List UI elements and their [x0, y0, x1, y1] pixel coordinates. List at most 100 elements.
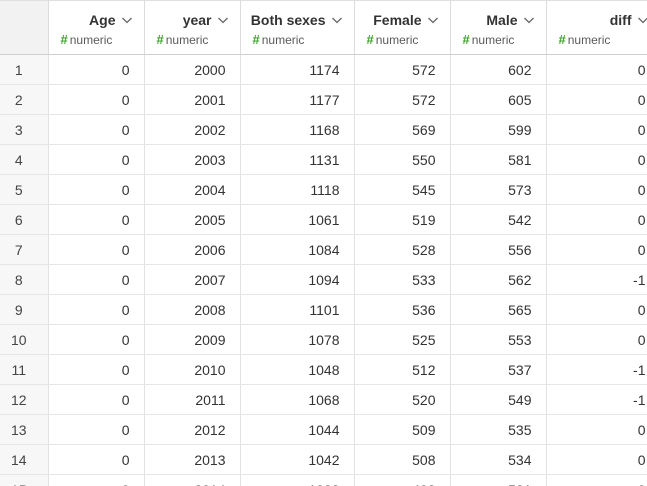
table-cell-diff[interactable]: 0	[546, 114, 647, 145]
table-cell-year[interactable]: 2012	[144, 414, 241, 445]
table-cell-female[interactable]: 569	[354, 114, 451, 145]
table-cell-male[interactable]: 535	[450, 414, 547, 445]
table-cell-year[interactable]: 2010	[144, 354, 241, 385]
column-header-year[interactable]: year # numeric	[144, 0, 241, 55]
table-cell-male[interactable]: 602	[450, 54, 547, 85]
table-cell-male[interactable]: 573	[450, 174, 547, 205]
table-cell-both-sexes[interactable]: 1028	[240, 474, 355, 486]
table-cell-age[interactable]: 0	[48, 144, 145, 175]
table-cell-both-sexes[interactable]: 1061	[240, 204, 355, 235]
table-cell-female[interactable]: 533	[354, 264, 451, 295]
table-cell-age[interactable]: 0	[48, 174, 145, 205]
table-cell-male[interactable]: 537	[450, 354, 547, 385]
table-cell-diff[interactable]: 0	[546, 324, 647, 355]
table-cell-female[interactable]: 498	[354, 474, 451, 486]
table-cell-both-sexes[interactable]: 1131	[240, 144, 355, 175]
table-cell-female[interactable]: 508	[354, 444, 451, 475]
column-header-female[interactable]: Female # numeric	[354, 0, 451, 55]
table-cell-year[interactable]: 2000	[144, 54, 241, 85]
column-header-both-sexes[interactable]: Both sexes # numeric	[240, 0, 355, 55]
table-cell-diff[interactable]: 0	[546, 204, 647, 235]
column-header-diff[interactable]: diff # numeric	[546, 0, 647, 55]
table-cell-year[interactable]: 2013	[144, 444, 241, 475]
table-cell-male[interactable]: 565	[450, 294, 547, 325]
table-cell-both-sexes[interactable]: 1044	[240, 414, 355, 445]
table-cell-male[interactable]: 549	[450, 384, 547, 415]
table-cell-male[interactable]: 553	[450, 324, 547, 355]
table-cell-age[interactable]: 0	[48, 264, 145, 295]
table-cell-year[interactable]: 2014	[144, 474, 241, 486]
table-cell-male[interactable]: 605	[450, 84, 547, 115]
table-cell-age[interactable]: 0	[48, 414, 145, 445]
table-cell-year[interactable]: 2006	[144, 234, 241, 265]
table-cell-year[interactable]: 2001	[144, 84, 241, 115]
table-cell-both-sexes[interactable]: 1174	[240, 54, 355, 85]
table-cell-year[interactable]: 2011	[144, 384, 241, 415]
table-cell-year[interactable]: 2004	[144, 174, 241, 205]
table-cell-age[interactable]: 0	[48, 474, 145, 486]
column-name[interactable]: Male	[486, 12, 517, 28]
table-cell-both-sexes[interactable]: 1068	[240, 384, 355, 415]
table-cell-female[interactable]: 572	[354, 54, 451, 85]
table-cell-both-sexes[interactable]: 1042	[240, 444, 355, 475]
table-cell-female[interactable]: 512	[354, 354, 451, 385]
table-cell-male[interactable]: 581	[450, 144, 547, 175]
table-cell-diff[interactable]: 0	[546, 234, 647, 265]
table-cell-female[interactable]: 550	[354, 144, 451, 175]
table-cell-female[interactable]: 525	[354, 324, 451, 355]
table-cell-year[interactable]: 2009	[144, 324, 241, 355]
table-cell-both-sexes[interactable]: 1168	[240, 114, 355, 145]
table-cell-year[interactable]: 2003	[144, 144, 241, 175]
table-cell-female[interactable]: 536	[354, 294, 451, 325]
table-cell-female[interactable]: 545	[354, 174, 451, 205]
table-cell-both-sexes[interactable]: 1101	[240, 294, 355, 325]
table-cell-female[interactable]: 520	[354, 384, 451, 415]
table-cell-diff[interactable]: 0	[546, 174, 647, 205]
table-cell-male[interactable]: 599	[450, 114, 547, 145]
chevron-down-icon[interactable]	[426, 13, 440, 27]
table-cell-diff[interactable]: 0	[546, 474, 647, 486]
table-cell-male[interactable]: 542	[450, 204, 547, 235]
table-cell-age[interactable]: 0	[48, 114, 145, 145]
column-name[interactable]: Female	[373, 12, 421, 28]
column-name[interactable]: Age	[89, 12, 115, 28]
table-cell-both-sexes[interactable]: 1048	[240, 354, 355, 385]
column-header-male[interactable]: Male # numeric	[450, 0, 547, 55]
table-cell-male[interactable]: 534	[450, 444, 547, 475]
table-cell-age[interactable]: 0	[48, 84, 145, 115]
table-cell-diff[interactable]: -1	[546, 384, 647, 415]
column-name[interactable]: diff	[610, 12, 632, 28]
chevron-down-icon[interactable]	[216, 13, 230, 27]
column-header-age[interactable]: Age # numeric	[48, 0, 145, 55]
table-cell-age[interactable]: 0	[48, 444, 145, 475]
table-cell-year[interactable]: 2005	[144, 204, 241, 235]
table-cell-year[interactable]: 2002	[144, 114, 241, 145]
table-cell-age[interactable]: 0	[48, 354, 145, 385]
table-cell-male[interactable]: 562	[450, 264, 547, 295]
chevron-down-icon[interactable]	[636, 13, 647, 27]
table-cell-female[interactable]: 528	[354, 234, 451, 265]
table-cell-female[interactable]: 572	[354, 84, 451, 115]
table-cell-both-sexes[interactable]: 1094	[240, 264, 355, 295]
table-cell-female[interactable]: 509	[354, 414, 451, 445]
table-cell-diff[interactable]: 0	[546, 144, 647, 175]
table-cell-age[interactable]: 0	[48, 204, 145, 235]
table-cell-both-sexes[interactable]: 1084	[240, 234, 355, 265]
table-cell-diff[interactable]: 0	[546, 84, 647, 115]
table-cell-diff[interactable]: -1	[546, 354, 647, 385]
table-cell-both-sexes[interactable]: 1118	[240, 174, 355, 205]
table-cell-both-sexes[interactable]: 1078	[240, 324, 355, 355]
table-cell-diff[interactable]: 0	[546, 54, 647, 85]
table-cell-age[interactable]: 0	[48, 234, 145, 265]
chevron-down-icon[interactable]	[120, 13, 134, 27]
chevron-down-icon[interactable]	[330, 13, 344, 27]
column-name[interactable]: year	[183, 12, 212, 28]
table-cell-female[interactable]: 519	[354, 204, 451, 235]
table-cell-age[interactable]: 0	[48, 384, 145, 415]
table-cell-year[interactable]: 2007	[144, 264, 241, 295]
chevron-down-icon[interactable]	[522, 13, 536, 27]
table-cell-diff[interactable]: 0	[546, 294, 647, 325]
table-cell-age[interactable]: 0	[48, 324, 145, 355]
table-cell-age[interactable]: 0	[48, 294, 145, 325]
table-cell-year[interactable]: 2008	[144, 294, 241, 325]
